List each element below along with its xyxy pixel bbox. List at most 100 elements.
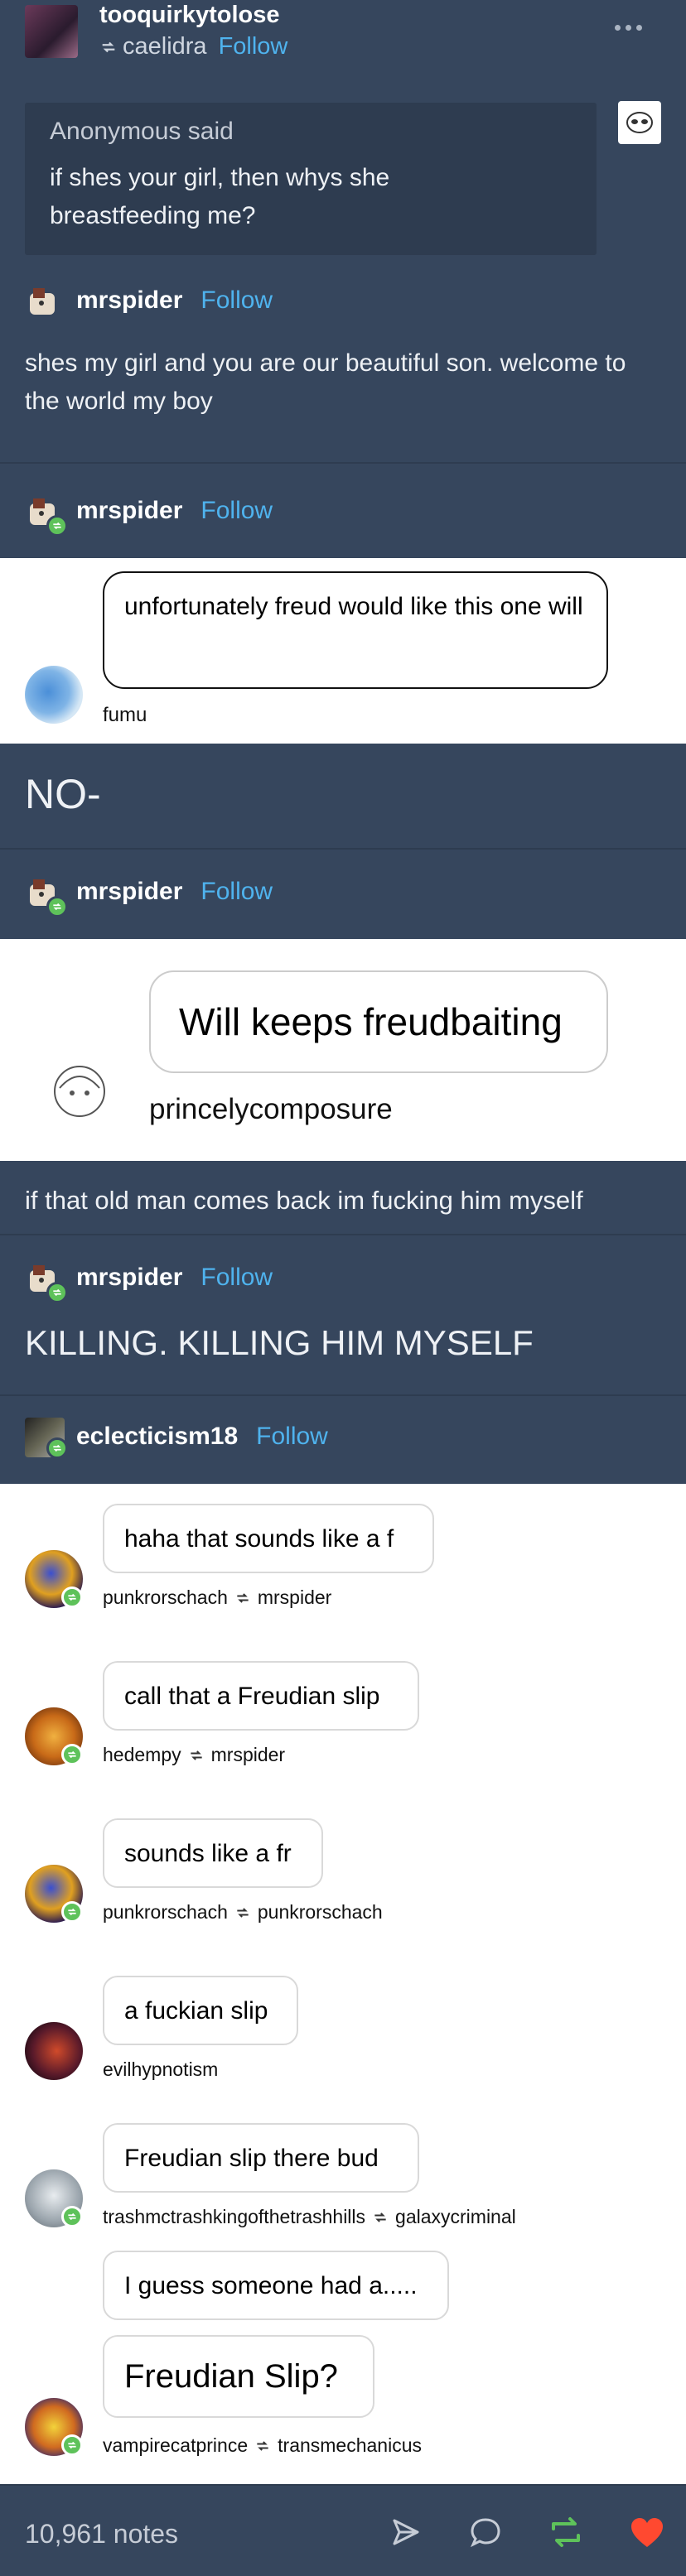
ask-header: Anonymous said [50, 118, 572, 146]
reblog-author-row: mrspider Follow [76, 1264, 273, 1292]
divider [0, 1234, 686, 1235]
chat-bubble: haha that sounds like a f [103, 1504, 434, 1573]
chat-text: a fuckian slip [124, 1997, 268, 2025]
reblog-small-icon [237, 1907, 249, 1918]
reblog-author[interactable]: mrspider [76, 878, 182, 906]
answer-text: shes my girl and you are our beautiful s… [25, 349, 626, 415]
follow-link[interactable]: Follow [200, 1264, 273, 1292]
chat-via[interactable]: mrspider [258, 1587, 331, 1609]
sketch-face-icon [54, 1066, 105, 1117]
reply-text: KILLING. KILLING HIM MYSELF [25, 1323, 534, 1362]
chat-text: Freudian Slip? [124, 2358, 338, 2395]
divider [0, 1394, 686, 1396]
blog-username[interactable]: tooquirkytolose [99, 2, 280, 29]
reblog-badge-icon [46, 1437, 68, 1459]
chat-user[interactable]: vampirecatprince [103, 2434, 248, 2457]
blog-avatar[interactable] [25, 5, 78, 58]
spider-avatar-icon [30, 288, 55, 315]
reblog-author[interactable]: mrspider [76, 497, 182, 525]
chat-user[interactable]: hedempy [103, 1744, 181, 1766]
reblog-badge-icon [61, 1744, 83, 1765]
reblog-badge-icon [61, 2434, 83, 2456]
reblog-icon[interactable] [548, 2516, 583, 2553]
reblog-author-row: eclecticism18 Follow [76, 1423, 328, 1451]
chat-user[interactable]: evilhypnotism [103, 2058, 218, 2081]
chat-meta: trashmctrashkingofthetrashhills galaxycr… [103, 2206, 516, 2228]
reblog-author[interactable]: eclecticism18 [76, 1423, 238, 1451]
reblog-badge-icon [46, 515, 68, 537]
reblog-author-row: mrspider Follow [76, 497, 273, 525]
ask-question: if shes your girl, then whys she breastf… [50, 164, 390, 229]
follow-link[interactable]: Follow [200, 497, 273, 525]
reblog-source-name[interactable]: caelidra [123, 33, 207, 60]
reblog-badge-icon [46, 896, 68, 917]
anonymous-avatar [618, 101, 661, 144]
reblog-small-icon [102, 41, 115, 52]
follow-link[interactable]: Follow [200, 878, 273, 906]
message-text: unfortunately freud would like this one … [124, 593, 583, 620]
chat-meta: hedempy mrspider [103, 1744, 285, 1766]
reply-text: if that old man comes back im fucking hi… [25, 1186, 583, 1215]
chat-bubble: I guess someone had a..... [103, 2251, 449, 2320]
answer-author-row: mrspider Follow [76, 286, 273, 315]
message-bubble: unfortunately freud would like this one … [103, 571, 608, 689]
message-sender: princelycomposure [149, 1093, 393, 1125]
reblog-author-row: mrspider Follow [76, 878, 273, 906]
divider [0, 848, 686, 850]
chat-bubble: Freudian slip there bud [103, 2123, 419, 2193]
chat-via[interactable]: punkrorschach [258, 1901, 383, 1924]
chat-user[interactable]: punkrorschach [103, 1901, 228, 1924]
chat-meta: evilhypnotism [103, 2058, 218, 2081]
embedded-screenshot: unfortunately freud would like this one … [0, 558, 686, 744]
chat-text: I guess someone had a..... [124, 2272, 418, 2299]
answer-author[interactable]: mrspider [76, 286, 182, 315]
reply-text: NO- [25, 771, 101, 817]
chat-user[interactable]: trashmctrashkingofthetrashhills [103, 2206, 365, 2228]
reply-icon[interactable] [469, 2516, 502, 2553]
reblog-badge-icon [61, 1587, 83, 1608]
reblog-small-icon [190, 1750, 202, 1760]
reblog-small-icon [257, 2440, 268, 2451]
reblog-source: caelidra Follow [99, 33, 287, 60]
chat-text: call that a Freudian slip [124, 1683, 380, 1710]
asker-said: said [181, 118, 234, 145]
asker-name: Anonymous [50, 118, 181, 145]
chat-bubble: sounds like a fr [103, 1818, 323, 1888]
like-icon[interactable] [630, 2517, 664, 2553]
anonymous-mask-icon [626, 112, 653, 133]
mrspider-avatar[interactable] [25, 285, 65, 325]
reblog-badge-icon [61, 1901, 83, 1923]
embedded-screenshot: Will keeps freudbaiting princelycomposur… [0, 939, 686, 1161]
chat-via[interactable]: transmechanicus [278, 2434, 422, 2457]
message-text: Will keeps freudbaiting [179, 1000, 563, 1043]
chat-bubble: Freudian Slip? [103, 2335, 374, 2418]
post-footer: 10,961 notes [0, 2484, 686, 2576]
message-bubble: Will keeps freudbaiting [149, 970, 608, 1073]
chat-user[interactable]: punkrorschach [103, 1587, 228, 1609]
chat-meta: vampirecatprince transmechanicus [103, 2434, 422, 2457]
chat-meta: punkrorschach punkrorschach [103, 1901, 383, 1924]
notes-count[interactable]: 10,961 notes [25, 2519, 178, 2550]
chat-bubble: call that a Freudian slip [103, 1661, 419, 1731]
reblog-small-icon [237, 1592, 249, 1603]
follow-link[interactable]: Follow [256, 1423, 328, 1451]
reblog-small-icon [374, 2212, 386, 2222]
chat-bubble: a fuckian slip [103, 1976, 298, 2045]
chat-via[interactable]: galaxycriminal [395, 2206, 516, 2228]
divider [0, 462, 686, 464]
reblog-badge-icon [61, 2206, 83, 2227]
more-dots-icon[interactable] [615, 25, 642, 31]
follow-mrspider-link[interactable]: Follow [200, 286, 273, 315]
post-header: tooquirkytolose caelidra Follow [0, 0, 686, 75]
share-icon[interactable] [389, 2516, 423, 2553]
message-sender: fumu [103, 704, 147, 726]
chat-meta: punkrorschach mrspider [103, 1587, 331, 1609]
princelycomposure-avatar [48, 1060, 111, 1123]
reblog-badge-icon [46, 1282, 68, 1303]
ask-box: Anonymous said if shes your girl, then w… [25, 103, 597, 255]
reblog-author[interactable]: mrspider [76, 1264, 182, 1292]
chat-via[interactable]: mrspider [211, 1744, 285, 1766]
fumu-avatar [25, 666, 83, 724]
follow-caelidra-link[interactable]: Follow [219, 33, 288, 60]
chat-text: haha that sounds like a f [124, 1525, 394, 1553]
